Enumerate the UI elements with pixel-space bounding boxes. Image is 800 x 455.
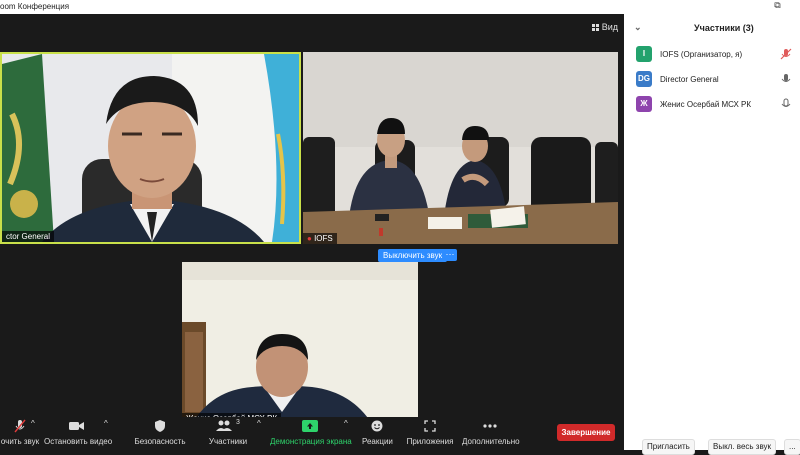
security-label: Безопасность <box>134 437 186 446</box>
video-feed <box>303 52 618 244</box>
ellipsis-icon <box>462 419 518 433</box>
end-meeting-button[interactable]: Завершение <box>557 424 615 441</box>
mic-icon <box>781 98 791 107</box>
avatar: I <box>636 46 652 62</box>
participants-icon <box>216 420 233 431</box>
security-button[interactable]: Безопасность <box>134 419 186 446</box>
participant-row[interactable]: I IOFS (Организатор, я) <box>636 46 796 64</box>
mute-all-button[interactable]: Выкл. весь звук <box>708 439 777 455</box>
video-options-caret-icon[interactable]: ^ <box>104 419 108 428</box>
smiley-icon <box>362 419 392 433</box>
share-screen-button[interactable]: Демонстрация экрана <box>270 419 352 446</box>
avatar: Ж <box>636 96 652 112</box>
audio-options-caret-icon[interactable]: ^ <box>31 419 35 428</box>
participant-name-label: ● IOFS <box>303 233 337 244</box>
participant-name: IOFS (Организатор, я) <box>660 50 743 59</box>
window-title: oom Конференция <box>0 2 70 11</box>
video-tile-zhenis[interactable]: Женис Осербай МСХ РК <box>182 262 418 424</box>
panel-more-button[interactable]: ... <box>784 439 800 455</box>
participant-row[interactable]: DG Director General <box>636 71 796 89</box>
participant-name: Женис Осербай МСХ РК <box>660 100 752 109</box>
participants-panel: ⌄ Участники (3) I IOFS (Организатор, я) … <box>624 14 800 455</box>
restore-window-icon[interactable]: ⧉ <box>773 1 782 10</box>
grid-view-icon <box>591 23 599 31</box>
mute-participant-button[interactable]: Выключить звук <box>378 249 448 262</box>
reactions-button[interactable]: Реакции <box>362 419 393 446</box>
invite-button[interactable]: Пригласить <box>642 439 695 455</box>
mic-muted-icon: ● <box>307 234 312 243</box>
participants-label: Участники <box>208 437 248 446</box>
participants-title: Участники (3) <box>694 23 754 33</box>
collapse-chevron-icon[interactable]: ⌄ <box>634 22 642 33</box>
share-screen-icon <box>270 419 350 433</box>
title-bar: oom Конференция ⧉ <box>0 0 800 14</box>
mic-icon <box>781 74 791 82</box>
stop-video-label: Остановить видео <box>44 437 113 446</box>
video-tile-iofs[interactable]: ● IOFS <box>303 52 618 244</box>
share-options-caret-icon[interactable]: ^ <box>344 419 348 428</box>
view-button-label: Вид <box>601 22 618 32</box>
participants-button[interactable]: 3 Участники <box>206 419 250 446</box>
participant-name-label: ctor General <box>2 231 55 242</box>
apps-label: Приложения <box>406 437 454 446</box>
apps-icon <box>406 419 454 433</box>
share-screen-label: Демонстрация экрана <box>270 437 352 446</box>
participants-options-caret-icon[interactable]: ^ <box>257 419 261 428</box>
stop-video-button[interactable]: Остановить видео <box>44 419 113 446</box>
participant-row[interactable]: Ж Женис Осербай МСХ РК <box>636 96 796 114</box>
video-feed <box>182 262 418 424</box>
meeting-toolbar: очить звук ^ Остановить видео ^ Безопасн… <box>0 417 624 450</box>
participant-name: Director General <box>660 75 719 84</box>
mic-muted-icon <box>780 48 792 60</box>
video-feed <box>2 54 299 242</box>
view-button[interactable]: Вид <box>591 22 618 32</box>
video-stage: Вид ctor General ● IOFS Выключить звук ·… <box>0 14 624 424</box>
video-tile-director-general[interactable]: ctor General <box>0 52 301 244</box>
avatar: DG <box>636 71 652 87</box>
participant-more-button[interactable]: ··· <box>443 249 457 261</box>
participants-header: ⌄ Участники (3) <box>624 22 800 36</box>
participants-count: 3 <box>236 419 240 426</box>
audio-label: очить звук <box>0 437 40 446</box>
more-label: Дополнительно <box>462 437 520 446</box>
reactions-label: Реакции <box>362 437 393 446</box>
apps-button[interactable]: Приложения <box>406 419 454 446</box>
video-camera-icon <box>44 419 110 433</box>
shield-icon <box>134 419 186 433</box>
more-button[interactable]: Дополнительно <box>462 419 520 446</box>
